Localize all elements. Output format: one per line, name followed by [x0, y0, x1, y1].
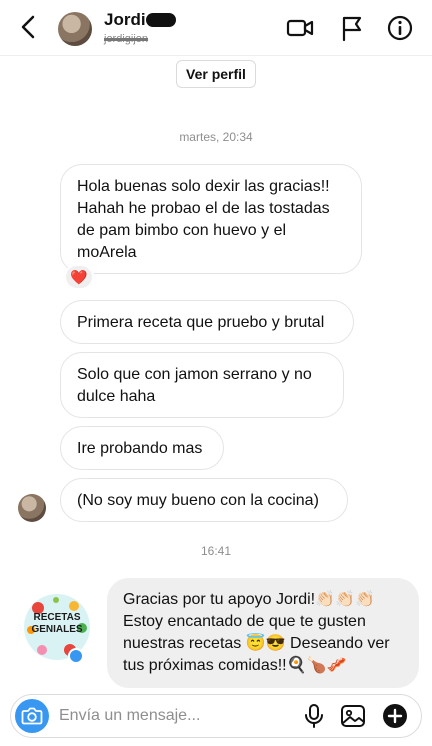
plus-icon[interactable]	[382, 703, 408, 729]
verified-badge-icon	[68, 648, 84, 664]
message-composer	[10, 694, 422, 738]
flag-icon[interactable]	[338, 14, 366, 42]
message-input[interactable]	[59, 705, 289, 727]
chat-header: Jordi jordigijon	[0, 0, 432, 56]
heart-reaction[interactable]: ❤️	[64, 264, 94, 290]
microphone-icon[interactable]	[301, 703, 327, 729]
contact-username: jordigijon	[104, 33, 149, 45]
camera-button[interactable]	[15, 699, 49, 733]
redaction-scribble	[146, 13, 176, 27]
avatar[interactable]	[58, 12, 92, 46]
sender-avatar[interactable]	[18, 494, 46, 522]
info-icon[interactable]	[386, 14, 414, 42]
message-bubble[interactable]: Hola buenas solo dexir las gracias!! Hah…	[60, 164, 362, 274]
video-call-icon[interactable]	[286, 14, 314, 42]
camera-icon	[21, 707, 43, 725]
message-bubble[interactable]: Ire probando mas	[60, 426, 224, 470]
back-icon[interactable]	[14, 12, 44, 42]
message-bubble[interactable]: Primera receta que pruebo y brutal	[60, 300, 354, 344]
view-profile-button[interactable]: Ver perfil	[176, 60, 256, 88]
timestamp: 16:41	[200, 544, 232, 558]
contact-name[interactable]: Jordi	[104, 10, 146, 30]
gallery-icon[interactable]	[340, 703, 366, 729]
logo-text: RECETAS GENIALES	[31, 612, 83, 635]
message-bubble[interactable]: (No soy muy bueno con la cocina)	[60, 478, 348, 522]
message-bubble[interactable]: Solo que con jamon serrano y no dulce ha…	[60, 352, 344, 418]
reply-bubble[interactable]: Gracias por tu apoyo Jordi!👏🏻👏🏻👏🏻 Estoy …	[107, 578, 419, 688]
timestamp: martes, 20:34	[179, 130, 253, 144]
